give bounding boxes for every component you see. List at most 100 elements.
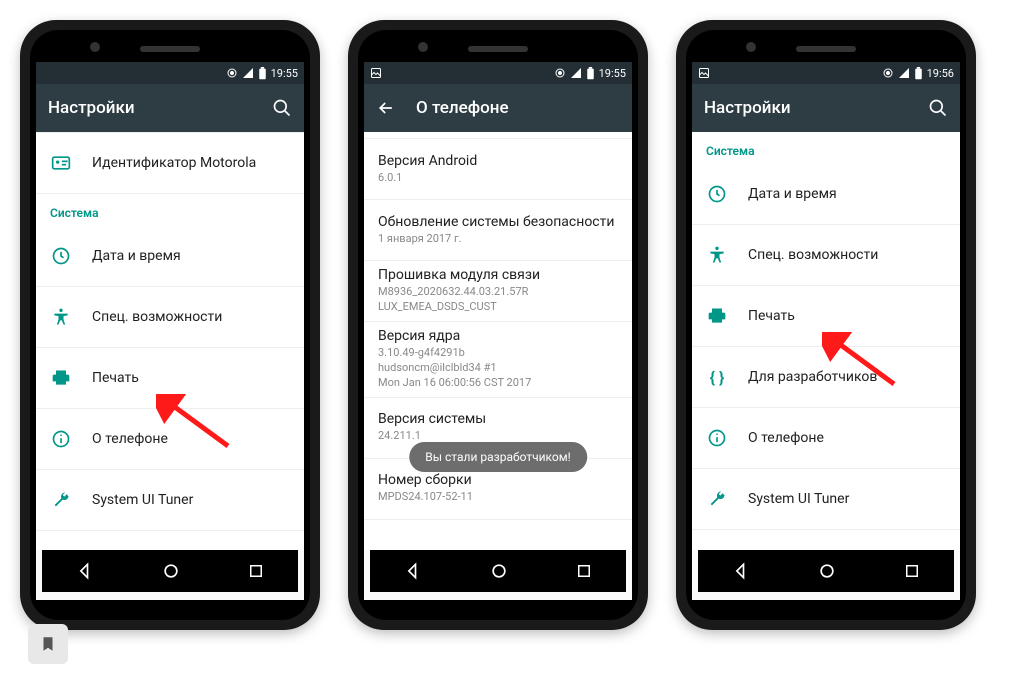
wrench-icon — [50, 490, 72, 510]
clock-icon — [706, 184, 728, 204]
list-item-label: Печать — [748, 308, 795, 324]
list-item-label: Идентификатор Motorola — [92, 155, 256, 171]
item-title: Версия системы — [378, 411, 618, 427]
list-item-system-ui-tuner[interactable]: System UI Tuner — [692, 469, 960, 530]
list-item-about-phone[interactable]: О телефоне — [692, 408, 960, 469]
search-icon[interactable] — [928, 98, 948, 118]
nav-bar — [370, 550, 626, 592]
list-item-label: Дата и время — [92, 248, 181, 264]
bookmark-icon — [39, 635, 57, 653]
battery-icon — [586, 67, 595, 80]
status-time: 19:55 — [599, 67, 626, 80]
list-item-print[interactable]: Печать — [36, 348, 304, 409]
signal-icon — [898, 67, 910, 79]
page-title: О телефоне — [416, 98, 509, 118]
list-item-label: О телефоне — [92, 431, 168, 447]
phone-1: 19:55 Настройки Идентификатор Motorola С… — [20, 20, 320, 630]
bookmark-badge[interactable] — [28, 624, 68, 664]
recents-icon[interactable] — [575, 562, 593, 580]
nav-bar — [42, 550, 298, 592]
back-arrow-icon[interactable] — [376, 98, 396, 118]
print-icon — [50, 368, 72, 388]
status-bar: 19:55 — [36, 62, 304, 84]
info-icon — [706, 428, 728, 448]
recents-icon[interactable] — [247, 562, 265, 580]
list-item-label: System UI Tuner — [92, 492, 193, 508]
list-item-label: System UI Tuner — [748, 491, 849, 507]
settings-list: Идентификатор Motorola Система Дата и вр… — [36, 132, 304, 550]
item-sub: 1 января 2017 г. — [378, 232, 618, 247]
item-sub: 3.10.49-g4f4291b hudsoncm@ilclbld34 #1 M… — [378, 346, 618, 391]
phone-2: 19:55 О телефоне Версия Android 6.0.1 Об… — [348, 20, 648, 630]
item-sub: MPDS24.107-52-11 — [378, 490, 618, 505]
id-card-icon — [50, 153, 72, 173]
wrench-icon — [706, 489, 728, 509]
list-item-about-phone[interactable]: О телефоне — [36, 409, 304, 470]
list-item-motorola-id[interactable]: Идентификатор Motorola — [36, 133, 304, 194]
app-bar: Настройки — [36, 84, 304, 132]
list-item-print[interactable]: Печать — [692, 286, 960, 347]
screenshot-notif-icon — [370, 67, 382, 79]
status-time: 19:55 — [271, 67, 298, 80]
section-header-system: Система — [692, 132, 960, 164]
list-item-label: Печать — [92, 370, 139, 386]
print-icon — [706, 306, 728, 326]
back-icon[interactable] — [403, 561, 423, 581]
nav-bar — [698, 550, 954, 592]
list-item-developer-options[interactable]: { } Для разработчиков — [692, 347, 960, 408]
status-bar: 19:55 — [364, 62, 632, 84]
item-title: Обновление системы безопасности — [378, 214, 618, 230]
list-item-label: Для разработчиков — [748, 369, 877, 385]
info-icon — [50, 429, 72, 449]
item-title: Версия Android — [378, 153, 618, 169]
list-item-date-time[interactable]: Дата и время — [36, 226, 304, 287]
app-bar: О телефоне — [364, 84, 632, 132]
app-bar: Настройки — [692, 84, 960, 132]
list-item-accessibility[interactable]: Спец. возможности — [692, 225, 960, 286]
accessibility-icon — [706, 245, 728, 265]
item-title: Прошивка модуля связи — [378, 267, 618, 283]
home-icon[interactable] — [489, 561, 509, 581]
item-title: Номер сборки — [378, 472, 618, 488]
recents-icon[interactable] — [903, 562, 921, 580]
phone-3: 19:56 Настройки Система Дата и время — [676, 20, 976, 630]
list-item-date-time[interactable]: Дата и время — [692, 164, 960, 225]
list-item-android-version[interactable]: Версия Android 6.0.1 — [364, 139, 632, 200]
status-time: 19:56 — [927, 67, 954, 80]
target-icon — [554, 67, 566, 79]
target-icon — [226, 67, 238, 79]
list-item-kernel[interactable]: Версия ядра 3.10.49-g4f4291b hudsoncm@il… — [364, 322, 632, 398]
clock-icon — [50, 246, 72, 266]
section-header-system: Система — [36, 194, 304, 226]
accessibility-icon — [50, 307, 72, 327]
home-icon[interactable] — [161, 561, 181, 581]
page-title: Настройки — [704, 98, 791, 118]
settings-list: Система Дата и время Спец. возможности — [692, 132, 960, 550]
item-sub: 6.0.1 — [378, 171, 618, 186]
list-item-label: Спец. возможности — [92, 309, 222, 325]
status-bar: 19:56 — [692, 62, 960, 84]
battery-icon — [258, 67, 267, 80]
item-title: Версия ядра — [378, 328, 618, 344]
list-item-label: Дата и время — [748, 186, 837, 202]
back-icon[interactable] — [731, 561, 751, 581]
list-item-label: О телефоне — [748, 430, 824, 446]
list-item-security-patch[interactable]: Обновление системы безопасности 1 января… — [364, 200, 632, 261]
target-icon — [882, 67, 894, 79]
screenshot-notif-icon — [698, 67, 710, 79]
page-title: Настройки — [48, 98, 135, 118]
item-sub: M8936_2020632.44.03.21.57R LUX_EMEA_DSDS… — [378, 285, 618, 315]
signal-icon — [570, 67, 582, 79]
back-icon[interactable] — [75, 561, 95, 581]
about-list: Версия Android 6.0.1 Обновление системы … — [364, 132, 632, 550]
list-item-label: Спец. возможности — [748, 247, 878, 263]
toast-developer: Вы стали разработчиком! — [409, 442, 587, 472]
list-item-baseband[interactable]: Прошивка модуля связи M8936_2020632.44.0… — [364, 261, 632, 322]
home-icon[interactable] — [817, 561, 837, 581]
battery-icon — [914, 67, 923, 80]
list-item-accessibility[interactable]: Спец. возможности — [36, 287, 304, 348]
search-icon[interactable] — [272, 98, 292, 118]
braces-icon: { } — [706, 368, 728, 387]
signal-icon — [242, 67, 254, 79]
list-item-system-ui-tuner[interactable]: System UI Tuner — [36, 470, 304, 531]
